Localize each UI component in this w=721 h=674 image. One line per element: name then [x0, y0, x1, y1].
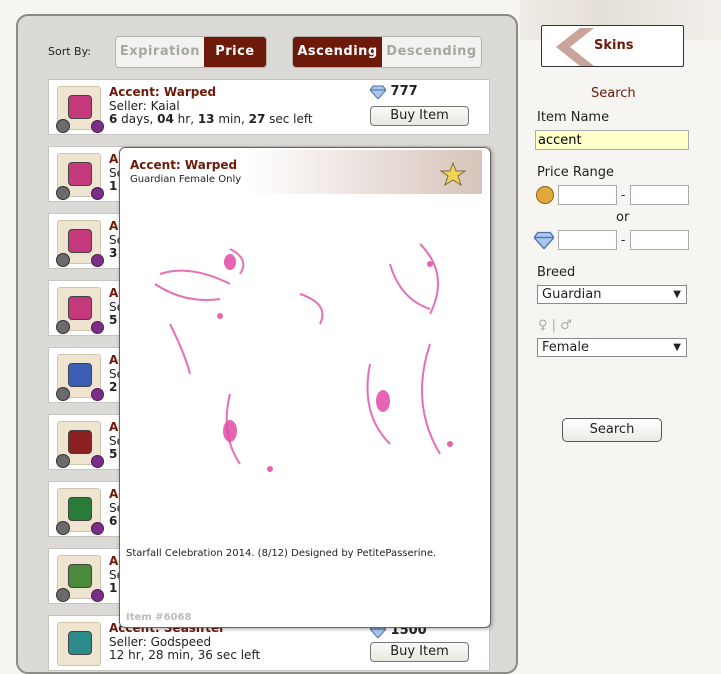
- time-left: 5: [109, 313, 118, 327]
- accent-preview-image: [154, 243, 453, 472]
- sort-by-label: Sort By:: [48, 45, 92, 58]
- gem-min-input[interactable]: [558, 230, 617, 250]
- item-thumbnail[interactable]: [57, 622, 101, 666]
- popup-title: Accent: Warped: [130, 158, 238, 172]
- gold-coin-icon: [536, 186, 554, 204]
- gem-currency-icon: [370, 85, 386, 99]
- dropdown-arrow-icon: ▼: [673, 342, 681, 353]
- gem-max-input[interactable]: [630, 230, 689, 250]
- female-icon: [91, 321, 104, 334]
- item-thumbnail[interactable]: [56, 421, 104, 468]
- item-name[interactable]: Accent: Warped: [109, 85, 216, 99]
- item-image: [68, 430, 92, 454]
- item-image: [68, 564, 92, 588]
- item-name-input[interactable]: [535, 130, 689, 150]
- item-price: 777: [370, 84, 418, 99]
- skins-label: Skins: [594, 38, 634, 53]
- seller-name: Seller: Kaial: [109, 99, 180, 113]
- time-left: 3: [109, 246, 118, 260]
- popup-header: Accent: Warped Guardian Female Only: [122, 150, 482, 194]
- range-dash: -: [621, 233, 626, 247]
- or-label: or: [616, 210, 630, 225]
- item-thumbnail[interactable]: [56, 287, 104, 334]
- item-image: [68, 363, 92, 387]
- item-image: [68, 631, 92, 655]
- sort-price-button[interactable]: Price: [203, 37, 266, 67]
- time-left: 6 days, 04 hr, 13 min, 27 sec left: [109, 112, 313, 126]
- lock-icon: [56, 119, 70, 133]
- sort-field-toggle: Expiration Price: [115, 36, 267, 68]
- breed-label: Breed: [537, 265, 576, 280]
- popup-subtitle: Guardian Female Only: [130, 174, 242, 185]
- time-left: 1: [109, 179, 118, 193]
- item-thumbnail[interactable]: [56, 354, 104, 401]
- item-name-label: Item Name: [537, 110, 610, 125]
- female-icon: [91, 522, 104, 535]
- skins-tab-button[interactable]: Skins: [541, 25, 684, 67]
- buy-item-button[interactable]: Buy Item: [370, 642, 469, 662]
- lock-icon: [56, 320, 70, 334]
- lock-icon: [56, 253, 70, 267]
- female-icon: [91, 455, 104, 468]
- dropdown-arrow-icon: ▼: [673, 289, 681, 300]
- item-thumbnail[interactable]: [56, 488, 104, 535]
- star-icon: [440, 162, 466, 186]
- gold-min-input[interactable]: [558, 185, 617, 205]
- gold-max-input[interactable]: [630, 185, 689, 205]
- item-image: [68, 497, 92, 521]
- search-button[interactable]: Search: [562, 418, 662, 442]
- female-icon: [91, 120, 104, 133]
- item-id-label: Item #6068: [126, 612, 192, 623]
- lock-icon: [56, 521, 70, 535]
- sort-expiration-button[interactable]: Expiration: [116, 37, 204, 67]
- lock-icon: [56, 454, 70, 468]
- chevron-left-icon: [556, 28, 594, 66]
- gender-icons: ♀ | ♂: [538, 318, 572, 333]
- female-icon: [91, 589, 104, 602]
- time-left: 1: [109, 581, 118, 595]
- popup-description: Starfall Celebration 2014. (8/12) Design…: [126, 548, 437, 559]
- item-thumbnail[interactable]: [56, 86, 104, 133]
- female-icon: [91, 187, 104, 200]
- item-thumbnail[interactable]: [56, 153, 104, 200]
- breed-select[interactable]: Guardian ▼: [537, 285, 687, 304]
- search-heading: Search: [591, 86, 636, 101]
- sort-order-toggle: Ascending Descending: [292, 36, 482, 68]
- range-dash: -: [621, 188, 626, 202]
- buy-item-button[interactable]: Buy Item: [370, 106, 469, 126]
- time-left: 12 hr, 28 min, 36 sec left: [109, 648, 261, 662]
- seller-name: Seller: Godspeed: [109, 635, 212, 649]
- price-range-label: Price Range: [537, 165, 615, 180]
- sort-descending-button[interactable]: Descending: [382, 37, 481, 67]
- lock-icon: [56, 588, 70, 602]
- listing-row: Accent: Warped Seller: Kaial 6 days, 04 …: [48, 79, 490, 135]
- breed-selected-value: Guardian: [542, 287, 602, 302]
- time-left: 2: [109, 380, 118, 394]
- item-preview-popup: Accent: Warped Guardian Female Only Star…: [119, 147, 491, 628]
- sort-ascending-button[interactable]: Ascending: [293, 37, 383, 67]
- item-thumbnail[interactable]: [56, 555, 104, 602]
- gender-selected-value: Female: [542, 340, 590, 355]
- female-icon: [91, 388, 104, 401]
- time-left: 6: [109, 514, 118, 528]
- item-image: [68, 95, 92, 119]
- item-image: [68, 296, 92, 320]
- item-image: [68, 229, 92, 253]
- time-left: 5: [109, 447, 118, 461]
- item-thumbnail[interactable]: [56, 220, 104, 267]
- female-icon: [91, 254, 104, 267]
- gender-select[interactable]: Female ▼: [537, 338, 687, 357]
- item-image: [68, 162, 92, 186]
- gem-currency-icon: [534, 231, 554, 249]
- lock-icon: [56, 387, 70, 401]
- lock-icon: [56, 186, 70, 200]
